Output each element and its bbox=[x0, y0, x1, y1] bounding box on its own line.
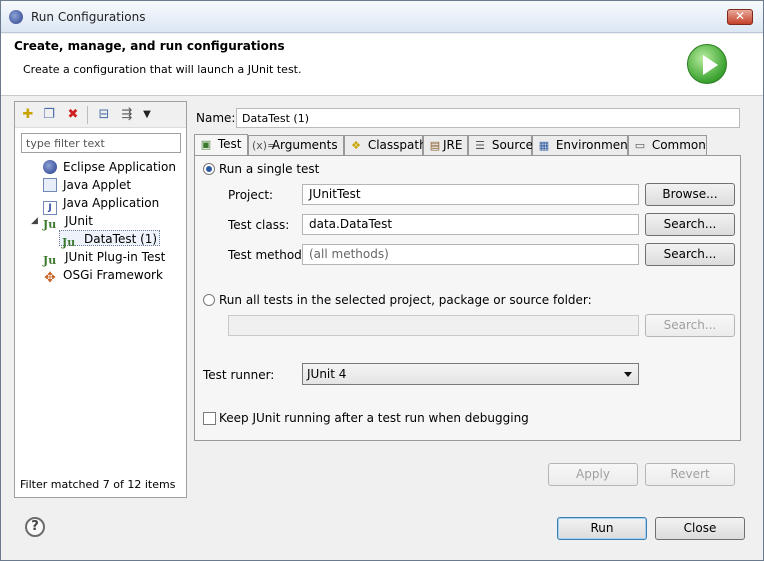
tree-item-osgi-framework[interactable]: ✥ OSGi Framework bbox=[43, 267, 163, 286]
dialog-header: Create, manage, and run configurations C… bbox=[1, 34, 763, 96]
test-tab-panel: Run a single test Project: JUnitTest Bro… bbox=[194, 155, 741, 441]
keep-junit-running-checkbox[interactable] bbox=[203, 412, 216, 425]
java-applet-icon bbox=[43, 178, 57, 192]
collapse-all-icon[interactable]: ⊟ bbox=[96, 107, 112, 123]
eclipse-app-icon bbox=[43, 160, 57, 174]
eclipse-icon bbox=[9, 10, 23, 24]
test-class-field[interactable]: data.DataTest bbox=[302, 214, 639, 235]
revert-button[interactable]: Revert bbox=[645, 463, 735, 486]
filter-icon[interactable]: ⇶ bbox=[119, 107, 135, 123]
search-class-button[interactable]: Search... bbox=[645, 213, 735, 236]
environment-icon: ▦ bbox=[538, 139, 550, 152]
test-method-field[interactable]: (all methods) bbox=[302, 244, 639, 265]
tree-item-datatest[interactable]: Ju DataTest (1) bbox=[59, 230, 161, 249]
run-banner-icon bbox=[687, 44, 727, 84]
test-runner-label: Test runner: bbox=[203, 368, 275, 382]
new-config-icon[interactable]: ✚ bbox=[20, 107, 36, 123]
toolbar-divider bbox=[87, 106, 88, 124]
classpath-icon: ❖ bbox=[351, 139, 361, 152]
duplicate-icon[interactable]: ❐ bbox=[41, 107, 57, 123]
source-icon: ☰ bbox=[475, 139, 485, 152]
test-class-label: Test class: bbox=[228, 218, 290, 232]
close-button[interactable]: Close bbox=[655, 517, 745, 540]
tab-source[interactable]: ☰ Source bbox=[468, 135, 533, 155]
tree-item-eclipse-application[interactable]: Eclipse Application bbox=[43, 159, 176, 175]
window-title: Run Configurations bbox=[31, 10, 146, 24]
header-description: Create a configuration that will launch … bbox=[23, 63, 302, 76]
tab-environment[interactable]: ▦ Environment bbox=[532, 135, 632, 155]
junit-icon: Ju bbox=[43, 218, 57, 231]
test-tab-icon: ▣ bbox=[200, 138, 212, 151]
help-icon[interactable]: ? bbox=[25, 517, 45, 537]
dropdown-arrow-icon bbox=[624, 372, 632, 377]
run-single-test-radio[interactable] bbox=[203, 163, 215, 175]
delete-icon[interactable]: ✖ bbox=[65, 107, 81, 123]
tree-item-junit[interactable]: Ju JUnit bbox=[43, 213, 93, 231]
run-configurations-dialog: Run Configurations ✕ Create, manage, and… bbox=[0, 0, 764, 561]
common-icon: ▭ bbox=[634, 139, 646, 152]
test-runner-select[interactable]: JUnit 4 bbox=[302, 363, 639, 385]
browse-button[interactable]: Browse... bbox=[645, 183, 735, 206]
config-tabs: ▣ Test (x)= Arguments ❖ Classpath ▤ JRE ☰… bbox=[194, 134, 741, 156]
jre-icon: ▤ bbox=[429, 139, 441, 152]
tree-toolbar: ✚ ❐ ✖ ⊟ ⇶ ▼ bbox=[15, 102, 186, 128]
tab-arguments[interactable]: (x)= Arguments bbox=[248, 135, 344, 155]
name-label: Name: bbox=[196, 111, 236, 125]
search-method-button[interactable]: Search... bbox=[645, 243, 735, 266]
tab-test[interactable]: ▣ Test bbox=[194, 134, 248, 156]
filter-input[interactable] bbox=[21, 133, 181, 153]
name-input[interactable] bbox=[236, 108, 740, 128]
search-container-button[interactable]: Search... bbox=[645, 314, 735, 337]
run-all-tests-label: Run all tests in the selected project, p… bbox=[219, 293, 592, 307]
expand-triangle-icon[interactable]: ◢ bbox=[31, 216, 38, 226]
configuration-tree-pane: ✚ ❐ ✖ ⊟ ⇶ ▼ Eclipse Application Java App… bbox=[14, 101, 187, 498]
tree-item-java-application[interactable]: J Java Application bbox=[43, 195, 159, 215]
container-field[interactable] bbox=[228, 315, 639, 336]
project-label: Project: bbox=[228, 188, 274, 202]
tab-common[interactable]: ▭ Common bbox=[628, 135, 707, 155]
run-single-test-label: Run a single test bbox=[219, 162, 320, 176]
project-field[interactable]: JUnitTest bbox=[302, 184, 639, 205]
tab-jre[interactable]: ▤ JRE bbox=[423, 135, 468, 155]
run-button[interactable]: Run bbox=[557, 517, 647, 540]
junit-icon: Ju bbox=[62, 236, 76, 249]
arguments-icon: (x)= bbox=[252, 139, 277, 152]
run-all-tests-radio[interactable] bbox=[203, 294, 215, 306]
window-close-button[interactable]: ✕ bbox=[727, 9, 753, 25]
tree-item-java-applet[interactable]: Java Applet bbox=[43, 177, 131, 193]
test-method-label: Test method: bbox=[228, 248, 306, 262]
junit-plugin-icon: Ju bbox=[43, 254, 57, 267]
apply-button[interactable]: Apply bbox=[548, 463, 638, 486]
tree-item-junit-plugin-test[interactable]: Ju JUnit Plug-in Test bbox=[43, 249, 165, 267]
osgi-icon: ✥ bbox=[44, 270, 56, 286]
header-title: Create, manage, and run configurations bbox=[14, 39, 285, 53]
title-bar: Run Configurations ✕ bbox=[1, 1, 763, 33]
tab-classpath[interactable]: ❖ Classpath bbox=[344, 135, 427, 155]
filter-status: Filter matched 7 of 12 items bbox=[20, 478, 176, 491]
view-menu-icon[interactable]: ▼ bbox=[139, 107, 155, 123]
keep-junit-running-label: Keep JUnit running after a test run when… bbox=[219, 411, 529, 425]
